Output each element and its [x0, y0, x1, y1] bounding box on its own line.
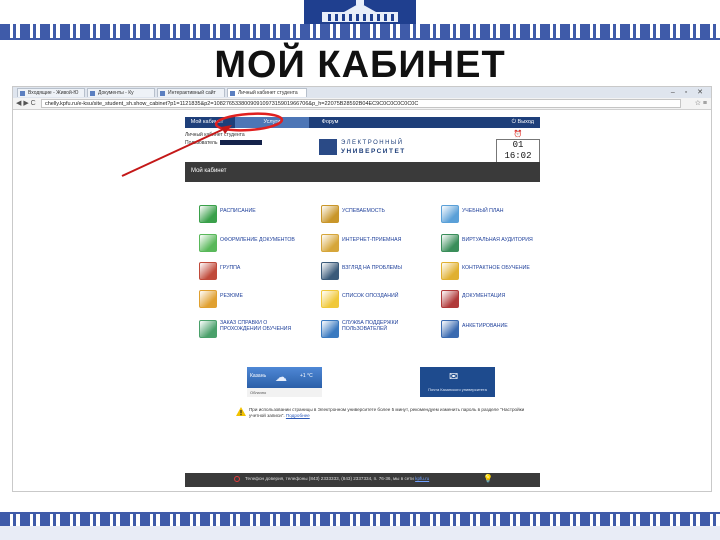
browser-tab[interactable]: Документы - Ку: [87, 88, 155, 97]
slide-title: МОЙ КАБИНЕТ: [214, 44, 506, 86]
browser-menu-icons[interactable]: ☆ ≡: [695, 99, 707, 107]
document-check-icon: [199, 234, 217, 252]
menu-item-label: Контрактное обучение: [462, 265, 530, 271]
browser-nav-buttons[interactable]: ◀ ▶ C: [16, 99, 36, 107]
weather-temp: +1 °C: [300, 373, 313, 379]
people-icon: [199, 262, 217, 280]
user-info: Личный кабинет студента Пользователь: [185, 131, 263, 147]
document-pen-icon: [321, 234, 339, 252]
menu-item-label: Список опозданий: [342, 293, 399, 299]
alarm-clock-icon: ⏰: [513, 131, 523, 138]
browser-tab-bar: Входящие - Живой-Ю Документы - Ку Интера…: [13, 87, 711, 98]
menu-item-label: Учебный план: [462, 208, 504, 214]
document-stamp-icon: [199, 320, 217, 338]
section-header: Мой кабинет: [185, 162, 540, 182]
weather-note: Облачно: [247, 388, 322, 397]
envelope-icon: ✉: [449, 371, 459, 383]
browser-window: Входящие - Живой-Ю Документы - Ку Интера…: [12, 86, 712, 492]
nav-my-cabinet[interactable]: Мой кабинет: [189, 117, 225, 128]
browser-tab-active[interactable]: Личный кабинет студента: [227, 88, 307, 97]
cabinet-caption: Личный кабинет студента: [185, 132, 245, 138]
nav-services[interactable]: Услуги: [235, 117, 309, 128]
weather-widget[interactable]: Казань ☁ +1 °C Облачно: [247, 367, 322, 397]
favicon-icon: [90, 91, 95, 96]
lightbulb-icon: [321, 290, 339, 308]
favicon-icon: [230, 91, 235, 96]
menu-item-label: Интернет-приемная: [342, 237, 402, 243]
resume-icon: [199, 290, 217, 308]
menu-item-label: Служба поддержки пользователей: [342, 320, 399, 332]
chart-bars-icon: [321, 205, 339, 223]
notepad-icon: [441, 205, 459, 223]
exit-link[interactable]: ⏻ Выход: [512, 117, 534, 128]
mail-label: Почта Казанского университета: [428, 387, 487, 392]
footer-text: Телефон доверия, телефоны (843) 2333333,…: [245, 476, 414, 481]
menu-item-label: Оформление документов: [220, 237, 295, 243]
bottom-meander-border: [0, 514, 720, 526]
notice-more-link[interactable]: Подробнее: [286, 413, 310, 418]
menu-item-label: Взгляд на проблемы: [342, 265, 402, 271]
clock-time: 01 16:02: [496, 139, 540, 163]
favicon-icon: [160, 91, 165, 96]
electronic-university-logo: ЭЛЕКТРОННЫЙ УНИВЕРСИТЕТ: [319, 137, 419, 159]
favicon-icon: [20, 91, 25, 96]
window-controls[interactable]: – ▫ ✕: [671, 88, 707, 96]
clock-widget: ⏰ 01 16:02: [496, 131, 540, 163]
footer-link[interactable]: kpfu.ru: [415, 476, 429, 481]
menu-item-label: Успеваемость: [342, 208, 385, 214]
top-meander-border: [0, 24, 720, 38]
menu-item-label: Документация: [462, 293, 506, 299]
warning-icon: [236, 407, 246, 416]
browser-tab[interactable]: Интерактивный сайт: [157, 88, 225, 97]
support-globe-icon: [321, 320, 339, 338]
monitor-icon: [441, 234, 459, 252]
university-mail-widget[interactable]: ✉ Почта Казанского университета: [420, 367, 495, 397]
address-bar: ◀ ▶ C chelly.kpfu.ru/e-ksu/site_student_…: [13, 98, 711, 110]
menu-item-label: Группа: [220, 265, 241, 271]
coins-icon: [441, 262, 459, 280]
binders-icon: [441, 290, 459, 308]
user-name-redacted: [220, 140, 263, 146]
cloud-icon: ☁: [275, 370, 287, 384]
menu-item-label: Виртуальная аудитория: [462, 237, 533, 243]
lifebuoy-icon: [234, 476, 240, 482]
eye-icon: [321, 262, 339, 280]
weather-city: Казань: [250, 373, 267, 379]
menu-item-label: Анкетирование: [462, 323, 508, 329]
top-frame-line: [0, 38, 720, 40]
menu-item-label: Заказ справки о прохождении обучения: [220, 320, 292, 332]
user-line: Пользователь: [185, 139, 263, 147]
nav-forum[interactable]: Форум: [312, 117, 348, 128]
site-nav-bar: Мой кабинет Услуги Форум ⏻ Выход: [185, 117, 540, 128]
bar-chart-icon: [441, 320, 459, 338]
site-footer: Телефон доверия, телефоны (843) 2333333,…: [185, 473, 540, 487]
calendar-icon: [199, 205, 217, 223]
menu-item-label: Резюме: [220, 293, 243, 299]
menu-item-label: Расписание: [220, 208, 256, 214]
logo-building-icon: [319, 139, 337, 155]
slide-bottom-band: [0, 526, 720, 540]
browser-tab[interactable]: Входящие - Живой-Ю: [17, 88, 85, 97]
university-building-emblem: [304, 0, 416, 26]
url-field[interactable]: chelly.kpfu.ru/e-ksu/site_student_sh.sho…: [41, 99, 681, 108]
lightbulb-icon: 💡: [483, 474, 493, 483]
